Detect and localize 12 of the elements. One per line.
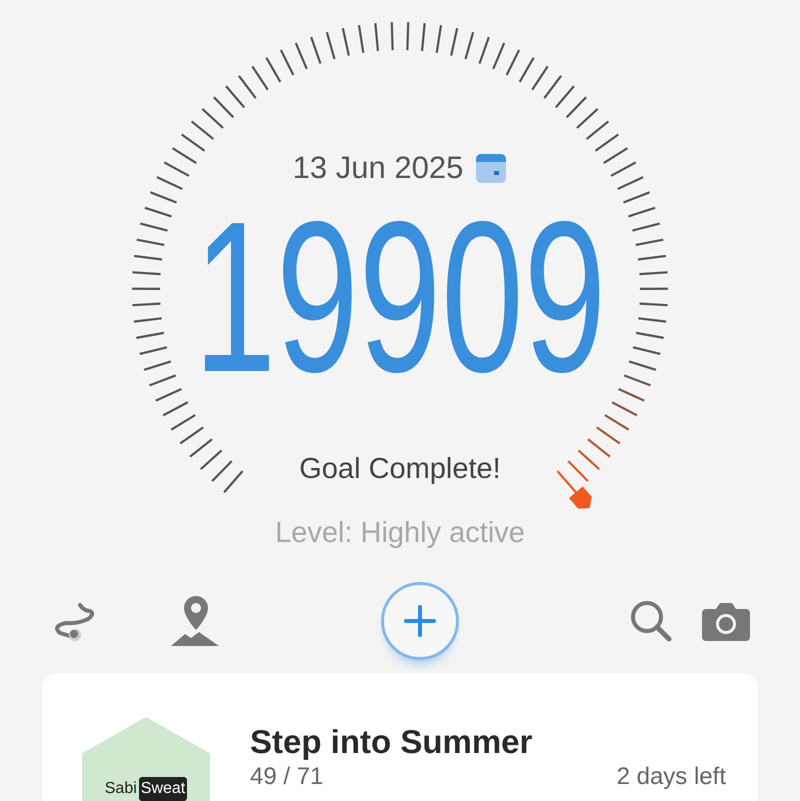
camera-icon[interactable]: [702, 601, 750, 641]
goal-status: Goal Complete!: [299, 452, 501, 487]
time-left: 2 days left: [616, 763, 726, 791]
challenge-title: Step into Summer: [250, 723, 534, 761]
calendar-icon[interactable]: [475, 152, 508, 184]
plus-icon: [403, 604, 437, 638]
brand-text: Sabi: [104, 779, 137, 799]
brand-tag: Sweat: [138, 777, 188, 801]
activity-level: Level: Highly active: [275, 516, 525, 550]
step-count: 19909: [194, 188, 606, 404]
gauge-marker: [569, 486, 592, 509]
date-label: 13 Jun 2025: [292, 148, 464, 187]
